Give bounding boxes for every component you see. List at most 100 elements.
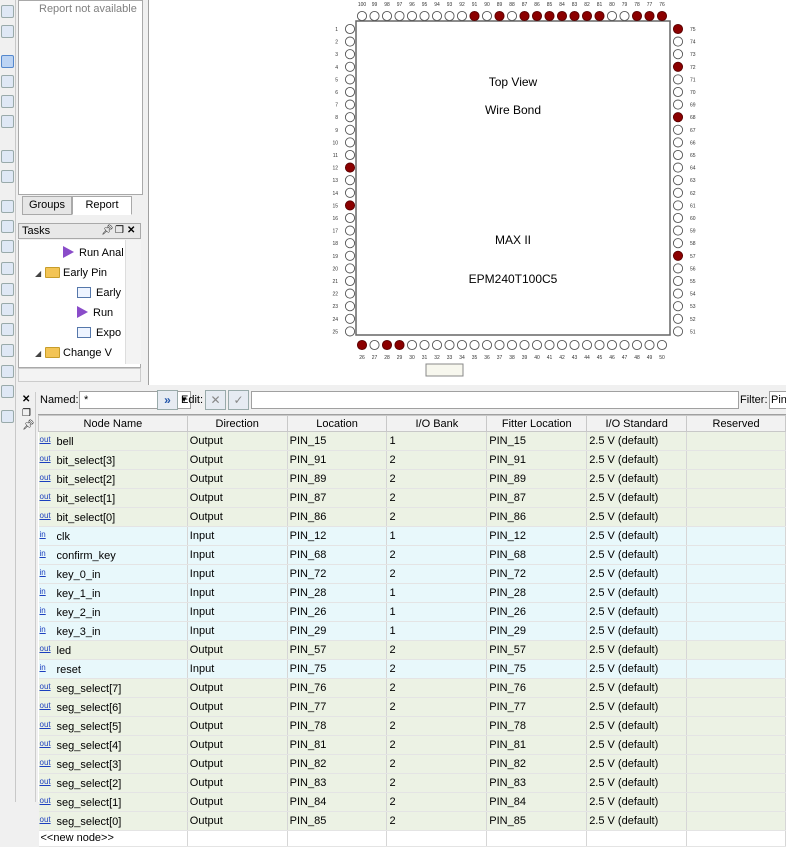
unassigned-pin[interactable] <box>594 339 605 351</box>
bank-cell[interactable]: 2 <box>386 488 488 508</box>
unassigned-pin[interactable] <box>344 74 356 85</box>
assigned-pin[interactable] <box>594 10 605 22</box>
unassigned-pin[interactable] <box>581 339 593 351</box>
direction-cell[interactable]: Output <box>187 735 288 755</box>
location-cell[interactable]: PIN_83 <box>287 773 388 793</box>
location-cell[interactable]: PIN_86 <box>287 507 388 527</box>
bank-cell[interactable]: 1 <box>386 602 488 622</box>
standard-cell[interactable]: 2.5 V (default) <box>586 773 688 793</box>
fitter-cell[interactable]: PIN_85 <box>486 811 588 831</box>
location-cell[interactable]: PIN_75 <box>287 659 388 679</box>
select-tool-button[interactable] <box>1 55 14 68</box>
view-j-button[interactable] <box>1 385 14 398</box>
bank-cell[interactable]: 1 <box>386 526 488 546</box>
view-f-button[interactable] <box>1 303 14 316</box>
assigned-pin[interactable] <box>644 10 655 22</box>
reserved-cell[interactable] <box>686 659 786 679</box>
chip-diagram[interactable]: Top View Wire Bond MAX II EPM240T100C5 1… <box>149 0 786 385</box>
direction-cell[interactable]: Output <box>187 792 288 812</box>
fitter-cell[interactable]: PIN_84 <box>486 792 588 812</box>
table-row[interactable]: in key_3_in Input PIN_29 1 PIN_29 2.5 V (defau… <box>38 621 786 641</box>
unassigned-pin[interactable] <box>406 10 418 22</box>
standard-cell[interactable]: 2.5 V (default) <box>586 469 688 489</box>
table-row[interactable]: in reset Input PIN_75 2 PIN_75 2.5 V (default) <box>38 659 786 679</box>
node-name-cell[interactable]: out seg_select[5] <box>38 716 188 736</box>
fitter-cell[interactable]: PIN_78 <box>486 716 588 736</box>
unassigned-pin[interactable] <box>344 112 356 123</box>
assigned-pin[interactable] <box>356 339 368 351</box>
unassigned-pin[interactable] <box>344 187 356 198</box>
reserved-cell[interactable] <box>686 602 786 622</box>
bank-cell[interactable]: 2 <box>386 735 488 755</box>
reserved-cell[interactable] <box>686 754 786 774</box>
task-item[interactable]: Run Anal <box>63 244 124 262</box>
edit-input[interactable] <box>251 391 739 409</box>
standard-cell[interactable]: 2.5 V (default) <box>586 507 688 527</box>
reserved-cell[interactable] <box>686 469 786 489</box>
view-d-button[interactable] <box>1 262 14 275</box>
column-header[interactable]: Direction <box>186 415 288 432</box>
location-cell[interactable]: PIN_28 <box>287 583 388 603</box>
fitter-cell[interactable]: PIN_28 <box>486 583 588 603</box>
reserved-cell[interactable] <box>686 545 786 565</box>
table-row[interactable]: out bell Output PIN_15 1 PIN_15 2.5 V (default… <box>38 431 786 451</box>
unassigned-pin[interactable] <box>672 212 684 224</box>
direction-cell[interactable]: Input <box>187 602 288 622</box>
reserved-cell[interactable] <box>686 792 786 812</box>
standard-cell[interactable]: 2.5 V (default) <box>586 602 688 622</box>
unassigned-pin[interactable] <box>672 99 684 110</box>
standard-cell[interactable]: 2.5 V (default) <box>586 564 688 584</box>
bank-cell[interactable]: 2 <box>386 811 488 831</box>
standard-cell[interactable]: 2.5 V (default) <box>586 640 688 660</box>
location-cell[interactable]: PIN_89 <box>287 469 388 489</box>
task-item[interactable]: Early <box>77 284 121 302</box>
direction-cell[interactable]: Output <box>187 716 288 736</box>
node-name-cell[interactable]: out seg_select[7] <box>38 678 188 698</box>
direction-cell[interactable]: Input <box>187 526 288 546</box>
node-name-cell[interactable]: out led <box>38 640 188 660</box>
unassigned-pin[interactable] <box>344 301 356 312</box>
unassigned-pin[interactable] <box>672 175 684 186</box>
standard-cell[interactable]: 2.5 V (default) <box>586 716 688 736</box>
node-name-cell[interactable]: out bit_select[0] <box>38 507 188 527</box>
unassigned-pin[interactable] <box>672 137 684 148</box>
unassigned-pin[interactable] <box>672 238 684 249</box>
standard-cell[interactable]: 2.5 V (default) <box>586 697 688 717</box>
bank-cell[interactable]: 2 <box>386 754 488 774</box>
table-row[interactable]: out seg_select[5] Output PIN_78 2 PIN_78 2.5 V… <box>38 716 786 736</box>
fitter-cell[interactable]: PIN_15 <box>486 431 588 451</box>
unassigned-pin[interactable] <box>672 162 684 173</box>
unassigned-pin[interactable] <box>344 225 356 236</box>
reserved-cell[interactable] <box>686 735 786 755</box>
unassigned-pin[interactable] <box>344 313 356 324</box>
location-cell[interactable]: PIN_29 <box>287 621 388 641</box>
unassigned-pin[interactable] <box>456 339 468 351</box>
assigned-pin[interactable] <box>519 10 530 22</box>
standard-cell[interactable]: 2.5 V (default) <box>586 488 688 508</box>
fitter-cell[interactable]: PIN_86 <box>486 507 588 527</box>
view-c-button[interactable] <box>1 240 14 253</box>
unassigned-pin[interactable] <box>344 275 356 287</box>
unassigned-pin[interactable] <box>506 10 518 22</box>
direction-cell[interactable]: Output <box>187 678 288 698</box>
fitter-cell[interactable]: PIN_87 <box>486 488 588 508</box>
fitter-cell[interactable]: PIN_57 <box>486 640 588 660</box>
direction-cell[interactable]: Output <box>187 754 288 774</box>
bank-cell[interactable]: 2 <box>386 773 488 793</box>
table-row[interactable]: out bit_select[2] Output PIN_89 2 PIN_89 2.5 V… <box>38 469 786 489</box>
table-row[interactable]: in confirm_key Input PIN_68 2 PIN_68 2.5 V (de… <box>38 545 786 565</box>
node-name-cell[interactable]: in key_1_in <box>38 583 188 603</box>
unassigned-pin[interactable] <box>481 10 493 22</box>
location-cell[interactable]: PIN_91 <box>287 450 388 470</box>
bank-cell[interactable]: 2 <box>386 469 488 489</box>
unassigned-pin[interactable] <box>619 339 630 351</box>
unassigned-pin[interactable] <box>672 275 684 287</box>
direction-cell[interactable]: Input <box>187 659 288 679</box>
unassigned-pin[interactable] <box>344 99 356 110</box>
unassigned-pin[interactable] <box>519 339 530 351</box>
unassigned-pin[interactable] <box>344 49 356 60</box>
assigned-pin[interactable] <box>531 10 543 22</box>
assigned-pin[interactable] <box>581 10 593 22</box>
zoom-tool-button[interactable] <box>1 75 14 88</box>
node-name-cell[interactable]: out seg_select[3] <box>38 754 188 774</box>
